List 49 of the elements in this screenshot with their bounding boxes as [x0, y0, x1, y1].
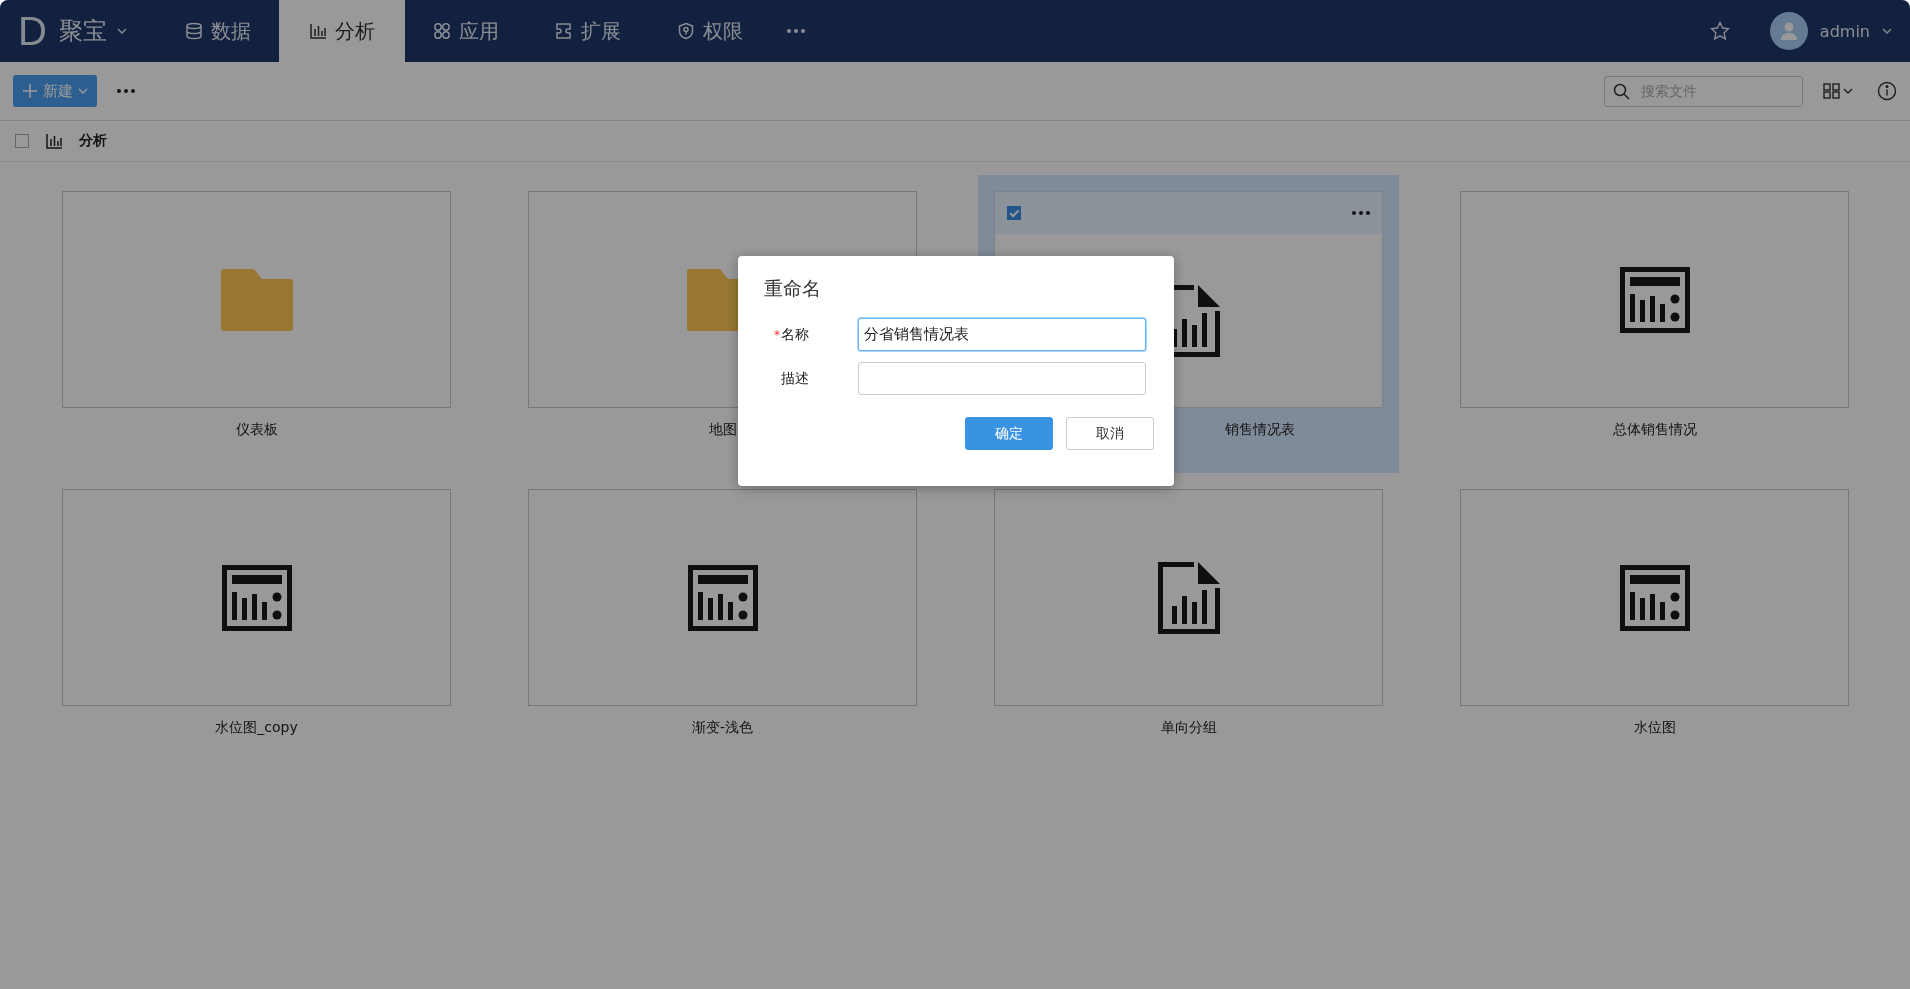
more-icon[interactable] [786, 29, 805, 33]
more-icon[interactable] [117, 89, 135, 93]
nav-tab[interactable]: 扩展 [526, 0, 649, 62]
caret-icon [1882, 28, 1892, 34]
user-name[interactable]: admin [1819, 21, 1870, 41]
field-label: 描述 [781, 369, 809, 388]
required-mark: * [774, 327, 781, 342]
file-name: 水位图_copy [215, 719, 298, 737]
app-switcher[interactable]: 聚宝 [58, 15, 127, 47]
caret-icon [78, 88, 88, 94]
nav-tab[interactable]: 数据 [156, 0, 279, 62]
cancel-button[interactable]: 取消 [1066, 417, 1154, 450]
dashboard-icon [1619, 564, 1690, 631]
dashboard-icon [687, 564, 758, 631]
database-icon [184, 22, 203, 40]
file-name: 渐变-浅色 [691, 719, 754, 737]
star-icon[interactable] [1709, 21, 1730, 41]
file-name: 总体销售情况 [1612, 421, 1697, 439]
dialog-title: 重命名 [764, 276, 822, 301]
checkbox[interactable] [1007, 206, 1021, 220]
bar-chart-icon [308, 22, 327, 40]
app-logo[interactable]: D [18, 8, 47, 54]
info-icon[interactable] [1877, 81, 1897, 101]
plugin-icon [554, 22, 573, 40]
dashboard-icon [1619, 266, 1690, 333]
input-field[interactable] [858, 362, 1146, 395]
more-icon[interactable] [1352, 211, 1370, 215]
bar-chart-icon [45, 132, 63, 150]
avatar[interactable] [1769, 12, 1808, 50]
file-name: 仪表板 [235, 421, 278, 439]
report-chart-icon [1155, 559, 1222, 636]
folder-icon [220, 268, 293, 331]
apps-icon [432, 22, 451, 40]
input-field[interactable]: 分省销售情况表 [858, 318, 1146, 351]
field-label: 名称 [781, 325, 809, 344]
nav-tab[interactable]: 分析 [278, 0, 405, 62]
file-name: 单向分组 [1160, 719, 1217, 737]
plus-icon [22, 83, 38, 99]
file-name: 销售情况表 [1225, 421, 1295, 439]
caret-icon [116, 28, 127, 34]
nav-tab[interactable]: 应用 [404, 0, 527, 62]
file-name: 地图 [708, 421, 737, 439]
file-name: 水位图 [1633, 719, 1676, 737]
shield-icon [676, 22, 695, 40]
checkbox[interactable] [15, 134, 29, 148]
breadcrumb-label[interactable]: 分析 [79, 132, 107, 150]
nav-tab[interactable]: 权限 [648, 0, 771, 62]
confirm-button[interactable]: 确定 [965, 417, 1053, 450]
dashboard-icon [221, 564, 292, 631]
